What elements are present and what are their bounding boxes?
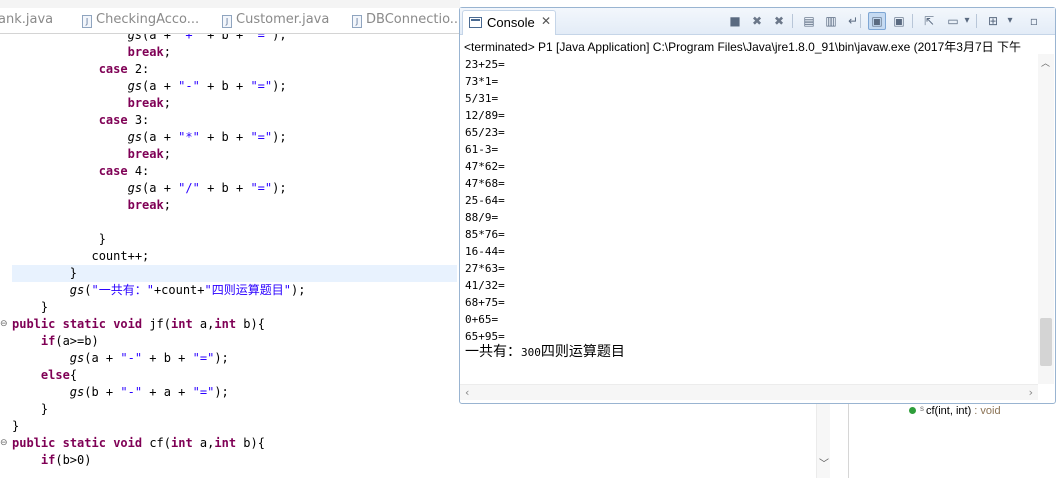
code-line[interactable]: gs(a + "*" + b + "="); bbox=[12, 129, 287, 146]
open-console-button[interactable]: ⊞ bbox=[984, 12, 1002, 30]
outline-panel: s cf(int, int) : void bbox=[848, 400, 1056, 478]
outline-item-cf[interactable]: s cf(int, int) : void bbox=[909, 404, 1001, 417]
console-output-line: 16-44= bbox=[465, 245, 505, 258]
tab-label: CheckingAcco... bbox=[96, 12, 200, 27]
console-output-line: 5/31= bbox=[465, 92, 499, 105]
code-line[interactable]: gs(a + "-" + b + "="); bbox=[12, 78, 287, 95]
console-output-line: 85*76= bbox=[465, 228, 505, 241]
editor-top-strip bbox=[0, 0, 460, 8]
code-line[interactable]: case 3: bbox=[12, 112, 150, 129]
toolbar-separator bbox=[912, 14, 913, 28]
code-line[interactable]: count++; bbox=[12, 248, 149, 265]
code-line[interactable]: break; bbox=[12, 146, 171, 163]
code-line[interactable]: case 4: bbox=[12, 163, 150, 180]
console-icon bbox=[469, 17, 482, 28]
console-output-line: 25-64= bbox=[465, 194, 505, 207]
code-line[interactable]: } bbox=[12, 231, 106, 248]
tab-label: Customer.java bbox=[236, 12, 330, 27]
tab-bank-java[interactable]: ank.java bbox=[0, 12, 53, 32]
code-line[interactable]: } bbox=[12, 418, 19, 435]
code-line[interactable]: } bbox=[12, 299, 48, 316]
open-console-dropdown-button[interactable]: ▾ bbox=[1005, 12, 1015, 30]
tab-customer-java[interactable]: J Customer.java bbox=[222, 12, 329, 32]
toolbar-separator bbox=[792, 14, 793, 28]
chevron-down-icon[interactable]: ﹀ bbox=[819, 455, 829, 470]
chevron-right-icon[interactable]: › bbox=[1029, 386, 1033, 399]
display-console-button[interactable]: ▭ bbox=[944, 12, 962, 30]
console-output-line: 61-3= bbox=[465, 143, 499, 156]
pin-console-button[interactable]: ⇱ bbox=[920, 12, 938, 30]
chevron-up-icon[interactable]: ︿ bbox=[1041, 56, 1050, 69]
summary-count: 300 bbox=[521, 346, 541, 359]
java-file-icon: J bbox=[222, 15, 232, 28]
console-output-line: 27*63= bbox=[465, 262, 505, 275]
clear-console-button[interactable]: ▤ bbox=[800, 12, 818, 30]
outline-return-type: : void bbox=[974, 405, 1001, 417]
console-output-line: 0+65= bbox=[465, 313, 499, 326]
tab-dbconnection[interactable]: J DBConnectio... bbox=[352, 12, 462, 32]
console-output-line: 73*1= bbox=[465, 75, 499, 88]
code-line[interactable]: if(a>=b) bbox=[12, 333, 99, 350]
scroll-lock-button[interactable]: ▥ bbox=[822, 12, 840, 30]
code-line[interactable]: } bbox=[12, 265, 457, 282]
console-vertical-scrollbar[interactable]: ︿ bbox=[1038, 54, 1054, 384]
console-tab-label: Console bbox=[487, 15, 535, 30]
editor-tab-bar: ank.java J CheckingAcco... J Customer.java… bbox=[0, 8, 462, 34]
code-line[interactable]: break; bbox=[12, 197, 171, 214]
console-output-line: 12/89= bbox=[465, 109, 505, 122]
scrollbar-thumb[interactable] bbox=[1040, 318, 1052, 366]
tab-label: DBConnectio... bbox=[366, 12, 463, 27]
console-output-line: 88/9= bbox=[465, 211, 499, 224]
toolbar-separator bbox=[976, 14, 977, 28]
toolbar-separator bbox=[860, 14, 861, 28]
tab-label: ank.java bbox=[0, 12, 54, 27]
outline-method-name: cf(int, int) bbox=[926, 405, 972, 417]
display-dropdown-button[interactable]: ▾ bbox=[962, 12, 972, 30]
code-line[interactable]: break; bbox=[12, 44, 171, 61]
public-method-icon bbox=[909, 407, 916, 414]
code-line[interactable]: gs(b + "-" + a + "="); bbox=[12, 384, 229, 401]
console-horizontal-scrollbar[interactable]: ‹ › bbox=[460, 384, 1038, 400]
console-header: Console ✕ ■ ✖ ✖ ▤ ▥ ↵ ▣ ▣ ⇱ ▭ ▾ ⊞ ▾ ▫ bbox=[460, 8, 1055, 35]
console-process-status: <terminated> P1 [Java Application] C:\Pr… bbox=[464, 40, 1021, 54]
console-output-line: 65/23= bbox=[465, 126, 505, 139]
summary-prefix: 一共有： bbox=[465, 344, 521, 360]
show-on-stdout-button[interactable]: ▣ bbox=[868, 12, 886, 30]
terminate-button[interactable]: ■ bbox=[726, 12, 744, 30]
minimize-button[interactable]: ▫ bbox=[1025, 12, 1043, 30]
show-on-stderr-button[interactable]: ▣ bbox=[890, 12, 908, 30]
console-output-line: 65+95= bbox=[465, 330, 505, 343]
code-line[interactable]: break; bbox=[12, 95, 171, 112]
chevron-left-icon[interactable]: ‹ bbox=[465, 386, 469, 399]
code-line[interactable]: gs("一共有："+count+"四则运算题目"); bbox=[12, 282, 306, 299]
java-file-icon: J bbox=[82, 15, 92, 28]
summary-suffix: 四则运算题目 bbox=[540, 344, 625, 360]
console-output-line: 68+75= bbox=[465, 296, 505, 309]
console-output-line: 47*68= bbox=[465, 177, 505, 190]
console-output[interactable]: 23+25= 73*1= 5/31= 12/89= 65/23= 61-3= 47*62= 4… bbox=[460, 54, 1038, 384]
java-file-icon: J bbox=[352, 15, 362, 28]
remove-launch-button[interactable]: ✖ bbox=[748, 12, 766, 30]
close-icon[interactable]: ✕ bbox=[541, 14, 551, 28]
code-line[interactable]: } bbox=[12, 401, 48, 418]
code-line[interactable]: else{ bbox=[12, 367, 77, 384]
code-line[interactable]: gs(a + "+" + b + "="); bbox=[12, 34, 287, 44]
code-line[interactable]: if(b>0) bbox=[12, 452, 92, 469]
console-output-line: 23+25= bbox=[465, 58, 505, 71]
console-output-line: 47*62= bbox=[465, 160, 505, 173]
console-view: Console ✕ ■ ✖ ✖ ▤ ▥ ↵ ▣ ▣ ⇱ ▭ ▾ ⊞ ▾ ▫ <terminated> P1… bbox=[459, 7, 1056, 404]
fold-toggle-icon[interactable]: ⊖ bbox=[0, 319, 10, 329]
tab-console[interactable]: Console ✕ bbox=[462, 10, 556, 35]
console-output-line: 41/32= bbox=[465, 279, 505, 292]
remove-all-terminated-button[interactable]: ✖ bbox=[770, 12, 788, 30]
code-line[interactable]: gs(a + "-" + b + "="); bbox=[12, 350, 229, 367]
tab-checking-account[interactable]: J CheckingAcco... bbox=[82, 12, 199, 32]
fold-toggle-icon[interactable]: ⊖ bbox=[0, 438, 10, 448]
code-line[interactable]: public static void jf(int a,int b){ bbox=[12, 316, 265, 333]
code-line[interactable]: case 2: bbox=[12, 61, 150, 78]
code-line[interactable]: public static void cf(int a,int b){ bbox=[12, 435, 265, 452]
console-summary-line: 一共有：300四则运算题目 bbox=[465, 344, 625, 361]
code-line[interactable]: gs(a + "/" + b + "="); bbox=[12, 180, 287, 197]
static-modifier-label: s bbox=[920, 404, 924, 413]
